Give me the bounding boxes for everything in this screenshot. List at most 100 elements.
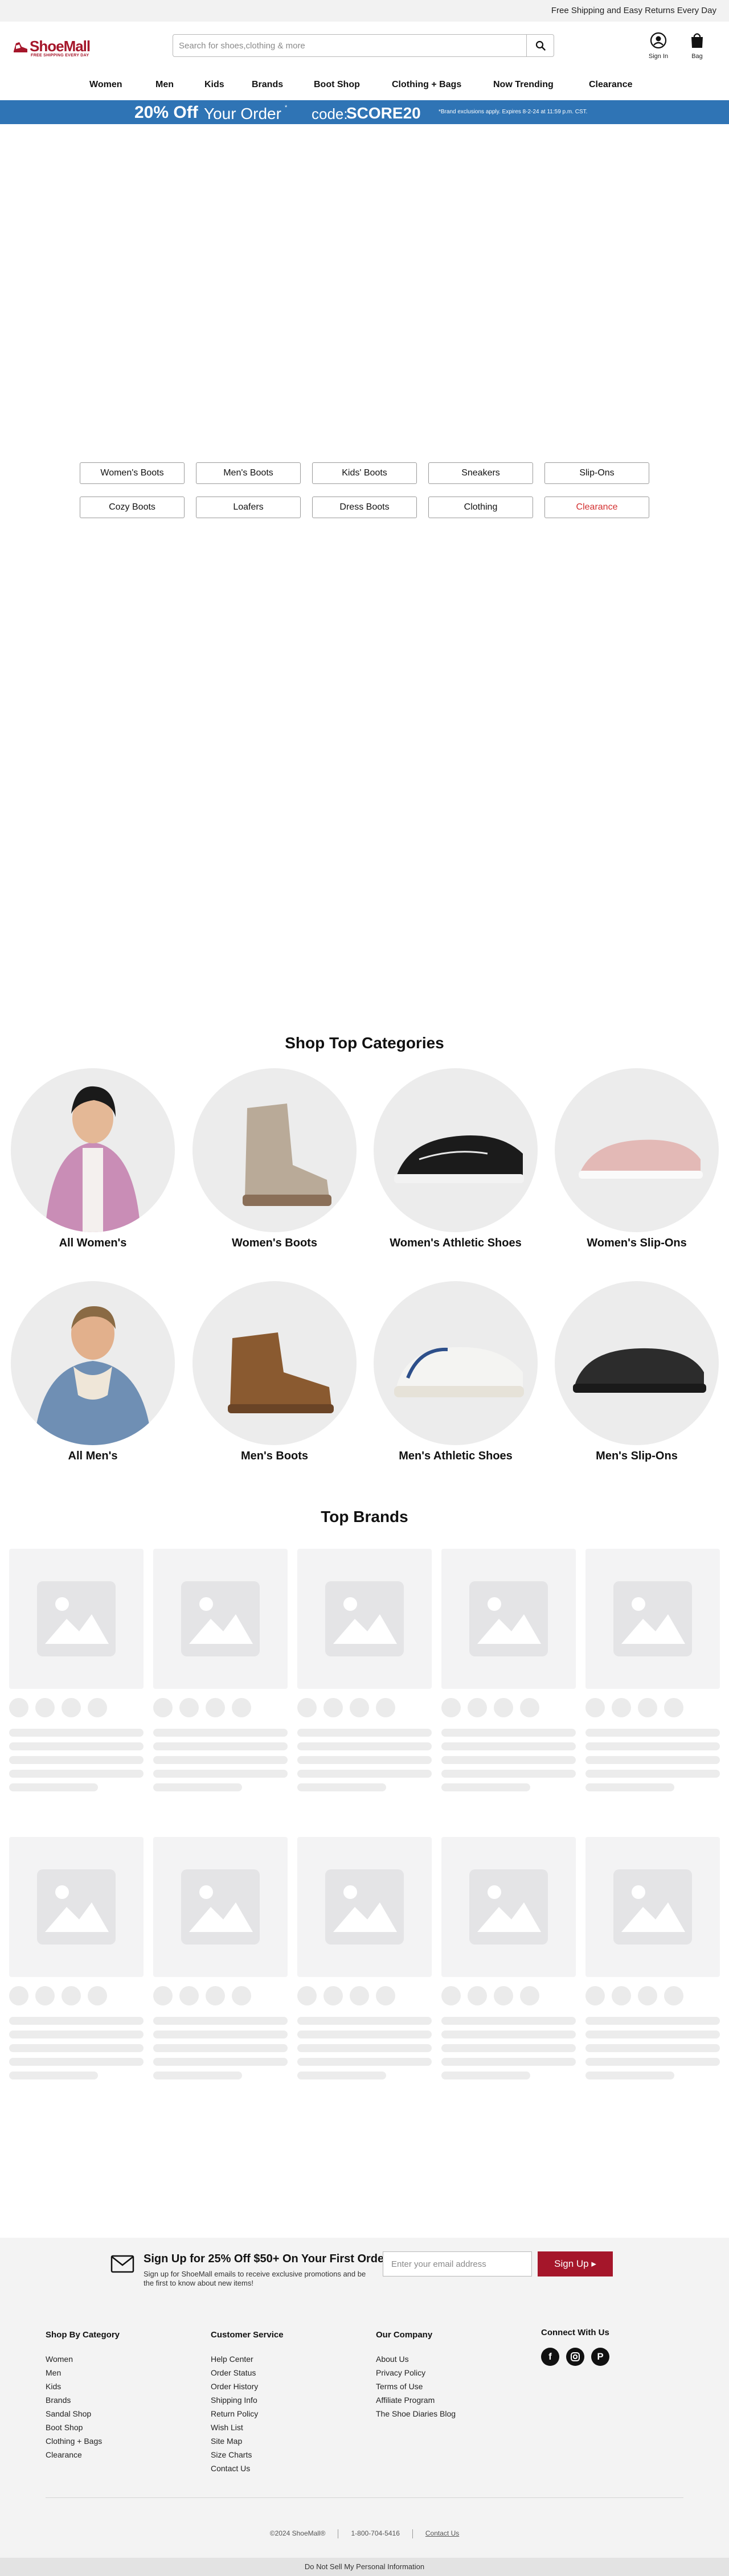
product-card-placeholder	[297, 1549, 432, 1791]
nav-item-now-trending[interactable]: Now Trending	[493, 80, 554, 90]
footer-link-sandal-shop[interactable]: Sandal Shop	[46, 2407, 120, 2421]
account-icon	[650, 32, 667, 49]
chip-mens-boots[interactable]: Men's Boots	[196, 462, 301, 484]
footer-divider	[46, 2497, 683, 2498]
facebook-icon[interactable]: f	[541, 2348, 559, 2366]
footer-link-order-history[interactable]: Order History	[211, 2380, 284, 2393]
text-placeholder	[585, 1783, 674, 1791]
category-womens-slip-ons[interactable]: Women's Slip-Ons	[554, 1068, 719, 1250]
footer-link-women[interactable]: Women	[46, 2352, 120, 2366]
shoemall-logo[interactable]: ShoeMall FREE SHIPPING EVERY DAY	[13, 36, 104, 60]
chip-cozy-boots[interactable]: Cozy Boots	[80, 497, 185, 518]
footer-link-about-us[interactable]: About Us	[376, 2352, 456, 2366]
footer-link-order-status[interactable]: Order Status	[211, 2366, 284, 2380]
nav-item-women[interactable]: Women	[89, 80, 122, 90]
phone-number[interactable]: 1-800-704-5416	[338, 2529, 412, 2537]
text-placeholder	[585, 2031, 720, 2038]
nav-item-brands[interactable]: Brands	[252, 80, 283, 90]
sign-in-button[interactable]: Sign In	[641, 32, 675, 60]
image-placeholder	[153, 1837, 288, 1977]
footer-link-contact-us[interactable]: Contact Us	[211, 2462, 284, 2475]
chip-kids-boots[interactable]: Kids' Boots	[312, 462, 417, 484]
text-placeholder	[585, 1756, 720, 1764]
image-placeholder-icon	[181, 1869, 260, 1945]
chip-dress-boots[interactable]: Dress Boots	[312, 497, 417, 518]
man-jacket-illustration	[34, 1306, 152, 1445]
chip-clearance[interactable]: Clearance	[544, 497, 649, 518]
email-signup-section: Sign Up for 25% Off $50+ On Your First O…	[0, 2238, 729, 2306]
image-placeholder-icon	[325, 1869, 404, 1945]
text-placeholder	[9, 1742, 144, 1750]
swatch-placeholder	[376, 1698, 395, 1717]
text-placeholder	[153, 1783, 242, 1791]
category-image	[555, 1281, 719, 1445]
swatch-placeholder	[297, 1698, 317, 1717]
image-placeholder	[9, 1549, 144, 1689]
logo-tagline: FREE SHIPPING EVERY DAY	[31, 54, 89, 58]
footer-link-help-center[interactable]: Help Center	[211, 2352, 284, 2366]
instagram-icon[interactable]	[566, 2348, 584, 2366]
footer-link-affiliate-program[interactable]: Affiliate Program	[376, 2393, 456, 2407]
text-placeholder	[585, 2044, 720, 2052]
text-placeholder	[297, 1783, 386, 1791]
swatch-placeholder	[520, 1698, 539, 1717]
search-button[interactable]	[526, 35, 554, 56]
shipping-message: Free Shipping and Easy Returns Every Day	[551, 6, 716, 15]
footer-link-clearance[interactable]: Clearance	[46, 2448, 120, 2462]
footer-link-boot-shop[interactable]: Boot Shop	[46, 2421, 120, 2434]
chip-clothing[interactable]: Clothing	[428, 497, 533, 518]
product-card-placeholder	[441, 1549, 576, 1791]
text-placeholder	[585, 1729, 720, 1737]
footer-link-men[interactable]: Men	[46, 2366, 120, 2380]
text-placeholder	[153, 2072, 242, 2079]
nav-item-clearance[interactable]: Clearance	[589, 80, 633, 90]
search-input[interactable]	[179, 39, 521, 52]
footer-link-terms-of-use[interactable]: Terms of Use	[376, 2380, 456, 2393]
footer-link-shoe-diaries-blog[interactable]: The Shoe Diaries Blog	[376, 2407, 456, 2421]
footer-link-brands[interactable]: Brands	[46, 2393, 120, 2407]
bag-button[interactable]: Bag	[680, 32, 714, 60]
footer-link-size-charts[interactable]: Size Charts	[211, 2448, 284, 2462]
footer-link-shipping-info[interactable]: Shipping Info	[211, 2393, 284, 2407]
category-all-womens[interactable]: All Women's	[10, 1068, 175, 1250]
footer-link-site-map[interactable]: Site Map	[211, 2434, 284, 2448]
footer-link-clothing-bags[interactable]: Clothing + Bags	[46, 2434, 120, 2448]
nav-item-boot-shop[interactable]: Boot Shop	[314, 80, 360, 90]
mens-slip-on-illustration	[573, 1348, 706, 1393]
text-placeholder	[153, 1742, 288, 1750]
category-womens-boots[interactable]: Women's Boots	[192, 1068, 357, 1250]
categories-title: Shop Top Categories	[285, 1034, 444, 1052]
footer-link-return-policy[interactable]: Return Policy	[211, 2407, 284, 2421]
footer-contact-link[interactable]: Contact Us	[425, 2529, 459, 2537]
category-mens-slip-ons[interactable]: Men's Slip-Ons	[554, 1281, 719, 1463]
nav-item-men[interactable]: Men	[155, 80, 174, 90]
category-image	[193, 1068, 357, 1232]
email-signup-input[interactable]	[383, 2251, 532, 2276]
chip-sneakers[interactable]: Sneakers	[428, 462, 533, 484]
nav-item-kids[interactable]: Kids	[204, 80, 224, 90]
chip-slip-ons[interactable]: Slip-Ons	[544, 462, 649, 484]
logo-shoe-icon	[14, 42, 27, 52]
pinterest-icon[interactable]: P	[591, 2348, 609, 2366]
footer-heading: Our Company	[376, 2330, 433, 2340]
footer-col-connect: Connect With Us f P	[541, 2328, 609, 2366]
swatch-placeholder	[638, 1698, 657, 1717]
slip-on-shoe-illustration	[579, 1139, 703, 1179]
category-womens-athletic-shoes[interactable]: Women's Athletic Shoes	[373, 1068, 538, 1250]
sign-up-button[interactable]: Sign Up ▸	[538, 2251, 613, 2276]
category-mens-athletic-shoes[interactable]: Men's Athletic Shoes	[373, 1281, 538, 1463]
chip-loafers[interactable]: Loafers	[196, 497, 301, 518]
nav-item-clothing-bags[interactable]: Clothing + Bags	[392, 80, 461, 90]
chip-womens-boots[interactable]: Women's Boots	[80, 462, 185, 484]
footer-col-our-company: Our Company About Us Privacy Policy Term…	[376, 2330, 456, 2421]
text-placeholder	[153, 1770, 288, 1778]
footer-link-kids[interactable]: Kids	[46, 2380, 120, 2393]
category-all-mens[interactable]: All Men's	[10, 1281, 175, 1463]
category-mens-boots[interactable]: Men's Boots	[192, 1281, 357, 1463]
footer-link-privacy-policy[interactable]: Privacy Policy	[376, 2366, 456, 2380]
swatch-placeholder	[35, 1986, 55, 2005]
promo-banner[interactable]: 20% Off Your Order * code: SCORE20 *Bran…	[0, 100, 729, 124]
footer-link-wish-list[interactable]: Wish List	[211, 2421, 284, 2434]
do-not-sell-link[interactable]: Do Not Sell My Personal Information	[0, 2558, 729, 2576]
athletic-shoe-illustration	[394, 1135, 524, 1183]
